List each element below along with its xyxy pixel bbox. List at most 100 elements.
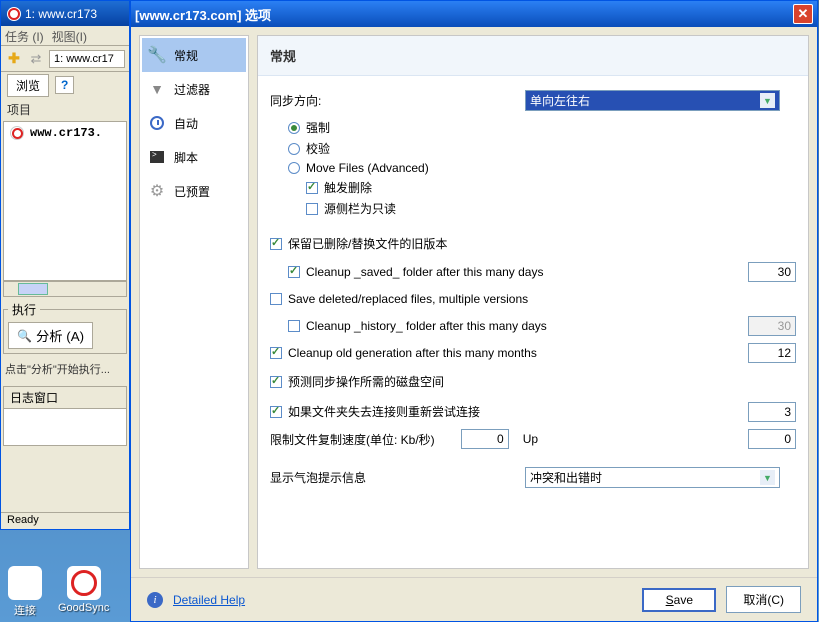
cancel-button[interactable]: 取消(C) [726, 586, 801, 613]
check-source-readonly[interactable]: 源侧栏为只读 [306, 200, 796, 217]
desktop-icon-conn[interactable]: 连接 [8, 566, 42, 618]
exec-panel: 执行 🔍 分析 (A) [3, 301, 127, 354]
toolbar-secondary: 浏览 ? [1, 72, 129, 98]
check-label: Save deleted/replaced files, multiple ve… [288, 292, 528, 306]
main-toolbar: ✚ ⇄ 1: www.cr17 [1, 46, 129, 72]
project-item[interactable]: www.cr173. [4, 122, 126, 144]
sidebar-item-general[interactable]: 🔧 常规 [142, 38, 246, 72]
help-button[interactable]: ? [55, 76, 74, 94]
content-heading: 常规 [258, 36, 808, 76]
main-window: 1: www.cr173 任务 (I) 视图(I) ✚ ⇄ 1: www.cr1… [0, 0, 130, 530]
balloon-select[interactable]: 冲突和出错时 ▼ [525, 467, 780, 488]
hint-text: 点击"分析"开始执行... [1, 358, 129, 380]
input-retry-count[interactable]: 3 [748, 402, 796, 422]
sidebar-item-auto[interactable]: 自动 [142, 106, 246, 140]
radio-label: 强制 [306, 119, 330, 136]
sidebar-label: 脚本 [174, 149, 198, 166]
input-speed-up[interactable]: 0 [748, 429, 796, 449]
add-button[interactable]: ✚ [5, 50, 23, 68]
save-button[interactable]: Save [642, 588, 716, 612]
goodsync-icon [67, 566, 101, 600]
projects-label: 项目 [1, 98, 129, 121]
radio-force[interactable]: 强制 [288, 119, 796, 136]
network-icon [8, 566, 42, 600]
menu-tasks[interactable]: 任务 (I) [5, 28, 44, 43]
statusbar: Ready [1, 512, 129, 529]
input-cleanup-months[interactable]: 12 [748, 343, 796, 363]
project-list[interactable]: www.cr173. [3, 121, 127, 281]
check-trigger-delete[interactable]: 触发删除 [306, 179, 796, 196]
check-save-multi[interactable]: Save deleted/replaced files, multiple ve… [270, 292, 528, 306]
dialog-titlebar[interactable]: [www.cr173.com] 选项 ✕ [131, 1, 817, 27]
syncdir-value: 单向左往右 [530, 92, 590, 109]
sidebar-label: 过滤器 [174, 81, 210, 98]
terminal-icon [148, 148, 166, 166]
save-label: ave [674, 593, 693, 607]
sidebar-item-script[interactable]: 脚本 [142, 140, 246, 174]
check-cleanup-history[interactable]: Cleanup _history_ folder after this many… [288, 319, 547, 333]
check-retry-connection[interactable]: 如果文件夹失去连接则重新尝试连接 [270, 403, 480, 420]
sidebar-label: 已预置 [174, 183, 210, 200]
sidebar-label: 自动 [174, 115, 198, 132]
radio-move[interactable]: Move Files (Advanced) [288, 161, 796, 175]
up-label: Up [523, 432, 538, 446]
check-label: Cleanup _history_ folder after this many… [306, 319, 547, 333]
options-sidebar: 🔧 常规 ▼ 过滤器 自动 脚本 ⚙ 已预置 [139, 35, 249, 569]
detailed-help-link[interactable]: Detailed Help [173, 593, 245, 607]
check-cleanup-saved[interactable]: Cleanup _saved_ folder after this many d… [288, 265, 543, 279]
radio-label: 校验 [306, 140, 330, 157]
horizontal-scrollbar[interactable] [3, 281, 127, 297]
desktop: 连接 GoodSync [0, 558, 117, 622]
sidebar-label: 常规 [174, 47, 198, 64]
check-label: 触发删除 [324, 179, 372, 196]
check-keep-old[interactable]: 保留已删除/替换文件的旧版本 [270, 235, 447, 252]
plus-icon: ✚ [8, 50, 20, 67]
analyze-button[interactable]: 🔍 分析 (A) [8, 322, 93, 349]
clock-icon [148, 114, 166, 132]
check-label: 预测同步操作所需的磁盘空间 [288, 373, 444, 390]
radio-label: Move Files (Advanced) [306, 161, 429, 175]
refresh-button[interactable]: ⇄ [27, 50, 45, 68]
gear-icon: ⚙ [148, 182, 166, 200]
refresh-icon: ⇄ [31, 51, 42, 67]
magnifier-icon: 🔍 [17, 329, 32, 343]
project-name: www.cr173. [30, 126, 102, 140]
options-dialog: [www.cr173.com] 选项 ✕ 🔧 常规 ▼ 过滤器 自动 脚本 ⚙ [130, 0, 818, 622]
project-tab[interactable]: 1: www.cr17 [49, 50, 125, 68]
check-label: 如果文件夹失去连接则重新尝试连接 [288, 403, 480, 420]
radio-verify[interactable]: 校验 [288, 140, 796, 157]
log-panel: 日志窗口 [3, 386, 127, 446]
desktop-label: 连接 [14, 602, 36, 618]
project-icon [10, 126, 24, 140]
main-window-titlebar[interactable]: 1: www.cr173 [1, 1, 129, 26]
log-header: 日志窗口 [4, 387, 126, 409]
syncdir-select[interactable]: 单向左往右 ▼ [525, 90, 780, 111]
desktop-icon-goodsync[interactable]: GoodSync [58, 566, 109, 618]
exec-label: 执行 [8, 301, 40, 318]
scrollbar-thumb[interactable] [18, 283, 48, 295]
menu-view[interactable]: 视图(I) [52, 28, 87, 43]
close-button[interactable]: ✕ [793, 4, 813, 24]
dialog-title: [www.cr173.com] 选项 [135, 5, 271, 24]
sidebar-item-filter[interactable]: ▼ 过滤器 [142, 72, 246, 106]
desktop-label: GoodSync [58, 602, 109, 614]
options-content: 常规 同步方向: 单向左往右 ▼ 强制 校验 Move Files (Advan… [257, 35, 809, 569]
sidebar-item-preset[interactable]: ⚙ 已预置 [142, 174, 246, 208]
check-label: 保留已删除/替换文件的旧版本 [288, 235, 447, 252]
chevron-down-icon: ▼ [760, 93, 775, 108]
main-window-title: 1: www.cr173 [25, 7, 97, 21]
check-label: Cleanup _saved_ folder after this many d… [306, 265, 543, 279]
funnel-icon: ▼ [148, 80, 166, 98]
input-cleanup-history-days: 30 [748, 316, 796, 336]
syncdir-label: 同步方向: [270, 92, 525, 109]
input-cleanup-saved-days[interactable]: 30 [748, 262, 796, 282]
balloon-label: 显示气泡提示信息 [270, 469, 525, 486]
wrench-icon: 🔧 [148, 46, 166, 64]
menubar: 任务 (I) 视图(I) [1, 26, 129, 46]
browse-button[interactable]: 浏览 [7, 74, 49, 97]
check-label: Cleanup old generation after this many m… [288, 346, 537, 360]
balloon-value: 冲突和出错时 [530, 469, 602, 486]
check-predict-space[interactable]: 预测同步操作所需的磁盘空间 [270, 373, 444, 390]
check-cleanup-old[interactable]: Cleanup old generation after this many m… [270, 346, 537, 360]
input-speed-down[interactable]: 0 [461, 429, 509, 449]
